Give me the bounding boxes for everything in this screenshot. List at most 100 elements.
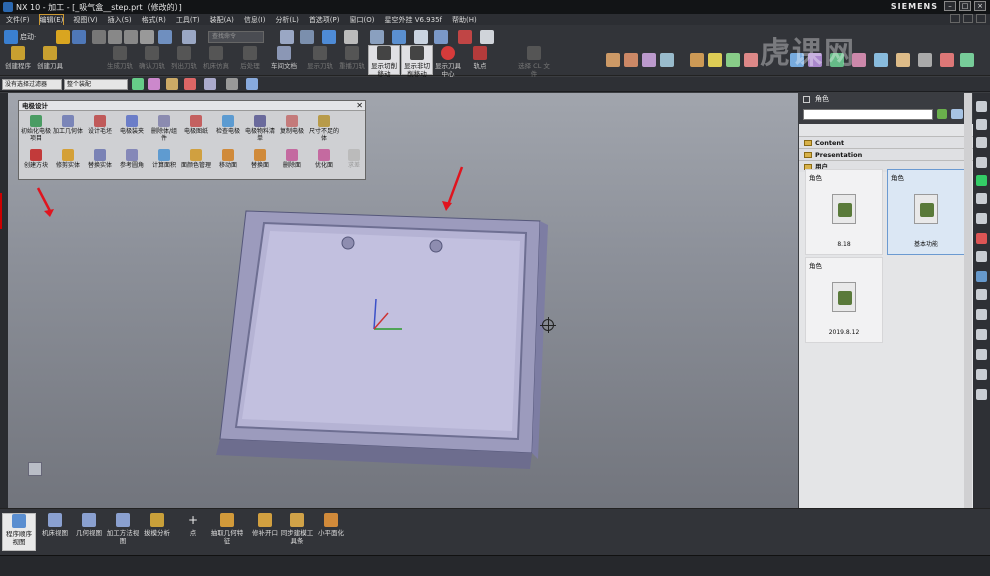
palette-undersize-body[interactable]: 尺寸不足的体 [309,115,339,142]
view-triad-icon[interactable] [28,462,42,476]
resource-tab-ops-icon[interactable] [976,349,987,360]
postprocess-button[interactable]: 后处理 [234,46,266,76]
feature-icon-4[interactable] [660,53,674,67]
palette-trim-solid[interactable]: 修剪实体 [53,149,83,169]
resource-tab-navigator-icon[interactable] [976,101,987,112]
show-noncut-move-button[interactable]: 显示非切削移动 [401,45,433,78]
resource-tab-constraint-icon[interactable] [976,137,987,148]
resource-tab-web-icon[interactable] [976,213,987,224]
snap-icon[interactable] [434,30,448,44]
start-icon[interactable] [4,30,18,44]
feature-icon-15[interactable] [918,53,932,67]
palette-electrode-drawing[interactable]: 电极图纸 [181,115,211,135]
method-view-button[interactable]: 加工方法视图 [106,513,140,545]
delete-icon[interactable] [140,30,154,44]
open-folder-icon[interactable] [56,30,70,44]
render-style-icon[interactable] [300,30,314,44]
fit-view-icon[interactable] [280,30,294,44]
save-icon[interactable] [72,30,86,44]
resource-tab-process-icon[interactable] [976,329,987,340]
resource-tab-system-icon[interactable] [976,251,987,262]
palette-close-icon[interactable]: ✕ [356,101,363,110]
feature-icon-5[interactable] [690,53,704,67]
select-cl-file-button[interactable]: 选择 CL 文件 [518,46,550,78]
measure-icon[interactable] [458,30,472,44]
menu-plugin[interactable]: 星空外挂 V6.935f [384,15,442,25]
window-icon[interactable] [182,30,196,44]
feature-icon-8[interactable] [744,53,758,67]
resource-tab-assembly-icon[interactable] [976,119,987,130]
close-button[interactable]: × [974,1,986,11]
palette-subtract[interactable]: 求差 [339,149,369,169]
extract-geometry-button[interactable]: 抽取几何特征 [210,513,244,545]
resource-tab-roles-icon[interactable] [976,289,987,300]
resource-tab-part-icon[interactable] [976,157,987,168]
grid-icon[interactable] [480,30,494,44]
palette-replace-solid[interactable]: 替换实体 [85,149,115,169]
menu-window[interactable]: 窗口(O) [350,15,375,25]
resource-tab-library-icon[interactable] [976,271,987,282]
menu-insert[interactable]: 插入(S) [108,15,132,25]
faceting-button[interactable]: 小平面化 [314,513,348,537]
palette-move-face[interactable]: 移动面 [213,149,243,169]
filter-icon-6[interactable] [226,78,238,90]
palette-machining-geometry[interactable]: 加工几何体 [53,115,83,135]
verify-toolpath-button[interactable]: 确认刀轨 [136,46,168,76]
paste-icon[interactable] [124,30,138,44]
role-card[interactable]: 角色 2019.8.12 [805,257,883,343]
palette-design-blank[interactable]: 设计毛坯 [85,115,115,135]
menu-tools[interactable]: 工具(T) [176,15,200,25]
menu-analysis[interactable]: 分析(L) [275,15,298,25]
palette-compute-area[interactable]: 计算面积 [149,149,179,169]
geometry-view-button[interactable]: 几何视图 [72,513,106,537]
palette-delete-face[interactable]: 删除面 [277,149,307,169]
feature-icon-1[interactable] [606,53,620,67]
create-program-button[interactable]: 创建程序 [2,46,34,76]
scope-filter-dropdown[interactable]: 整个装配 [64,79,128,90]
filter-icon-3[interactable] [166,78,178,90]
show-cut-move-button[interactable]: 显示切削移动 [368,45,400,78]
doc-close-button[interactable] [976,14,986,23]
menu-preferences[interactable]: 首选项(P) [309,15,340,25]
resource-tab-extra-icon[interactable] [976,389,987,400]
show-tool-center-button[interactable]: 显示刀具中心 [432,46,464,78]
filter-icon-4[interactable] [184,78,196,90]
palette-replace-face[interactable]: 替换面 [245,149,275,169]
create-tool-button[interactable]: 创建刀具 [34,46,66,76]
layer-icon[interactable] [370,30,384,44]
menu-format[interactable]: 格式(R) [142,15,166,25]
menu-file[interactable]: 文件(F) [6,15,30,25]
edit-object-icon[interactable] [392,30,406,44]
palette-create-block[interactable]: 创建方块 [21,149,51,169]
feature-icon-7[interactable] [726,53,740,67]
palette-init-electrode[interactable]: 初始化电极项目 [21,115,51,142]
maximize-button[interactable]: □ [959,1,971,11]
menu-edit[interactable]: 编辑(E) [38,13,65,26]
palette-electrode-bom[interactable]: 电极物料清单 [245,115,275,142]
minimize-button[interactable]: – [944,1,956,11]
menu-help[interactable]: 帮助(H) [452,15,477,25]
resource-tab-hd3d-icon[interactable] [976,193,987,204]
undo-icon[interactable] [158,30,172,44]
filter-icon-7[interactable] [246,78,258,90]
patch-opening-button[interactable]: 修补开口 [248,513,282,537]
role-filter-dropdown[interactable] [803,109,933,120]
cut-icon[interactable] [92,30,106,44]
filter-icon-2[interactable] [148,78,160,90]
resource-tab-history-icon[interactable] [976,233,987,244]
feature-icon-3[interactable] [642,53,656,67]
filter-icon-5[interactable] [204,78,216,90]
palette-face-color[interactable]: 面颜色管理 [181,149,211,169]
doc-restore-button[interactable] [963,14,973,23]
command-search-input[interactable]: 查找命令 [208,31,264,43]
panel-pin-icon[interactable] [803,96,810,103]
menu-info[interactable]: 信息(I) [244,15,266,25]
shaded-cube-icon[interactable] [322,30,336,44]
role-refresh-icon[interactable] [937,109,947,119]
generate-toolpath-button[interactable]: 生成刀轨 [104,46,136,76]
menu-assembly[interactable]: 装配(A) [210,15,234,25]
role-panel-scrollbar[interactable] [964,93,972,508]
draft-analysis-button[interactable]: 拔模分析 [140,513,174,537]
background-icon[interactable] [344,30,358,44]
feature-icon-16[interactable] [940,53,954,67]
